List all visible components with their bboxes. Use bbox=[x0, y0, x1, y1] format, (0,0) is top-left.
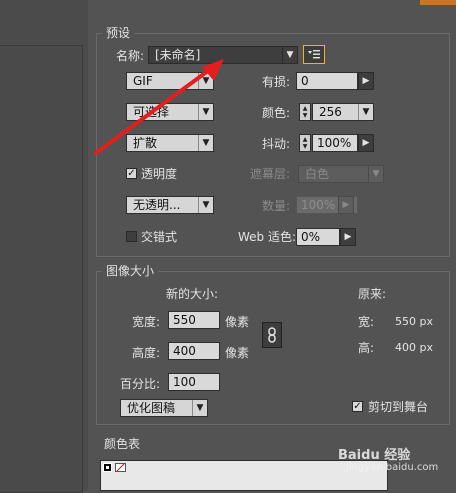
width-unit: 像素 bbox=[225, 315, 250, 329]
chevron-down-icon: ▼ bbox=[368, 166, 383, 182]
watermark-logo: Baidu 经验 bbox=[338, 448, 411, 463]
quality-value: 优化图稿 bbox=[127, 401, 176, 415]
height-input[interactable]: 400 bbox=[168, 342, 220, 360]
dither-input[interactable]: 100% bbox=[312, 134, 358, 152]
original-height-value: 400 px bbox=[395, 341, 433, 354]
web-snap-slider-button[interactable]: ▶ bbox=[340, 228, 356, 246]
dither-stepper[interactable]: ▲ ▼ bbox=[299, 134, 311, 152]
chevron-down-icon: ▼ bbox=[282, 47, 297, 63]
quality-dropdown[interactable]: 优化图稿 ▼ bbox=[120, 399, 208, 417]
web-snap-input[interactable]: 0% bbox=[296, 228, 340, 246]
triangle-right-icon: ▶ bbox=[342, 200, 350, 210]
transparency-dither-dropdown[interactable]: 无透明... ▼ bbox=[126, 196, 214, 214]
clip-to-stage-checkbox[interactable]: ✓ bbox=[352, 401, 363, 412]
original-height-label: 高: bbox=[358, 341, 375, 355]
dither-slider-button[interactable]: ▶ bbox=[358, 134, 374, 152]
color-table[interactable] bbox=[100, 460, 388, 491]
triangle-right-icon: ▶ bbox=[344, 232, 352, 242]
colors-stepper[interactable]: ▲ ▼ bbox=[299, 103, 311, 121]
window-edge-strip bbox=[420, 0, 456, 5]
menu-list-icon bbox=[308, 50, 320, 59]
height-label: 高度: bbox=[132, 346, 161, 360]
web-snap-label: Web 适色: bbox=[238, 230, 297, 244]
color-table-title: 颜色表 bbox=[104, 437, 141, 451]
original-width-value: 550 px bbox=[395, 315, 433, 328]
width-input[interactable]: 550 bbox=[168, 311, 220, 329]
lossy-input[interactable]: 0 bbox=[296, 72, 358, 90]
clip-to-stage-label: 剪切到舞台 bbox=[368, 400, 429, 414]
annotation-arrow bbox=[94, 59, 224, 155]
new-size-label: 新的大小: bbox=[166, 287, 219, 301]
triangle-right-icon: ▶ bbox=[362, 76, 370, 86]
colors-label: 颜色: bbox=[262, 106, 291, 120]
color-swatch-black[interactable] bbox=[103, 463, 112, 472]
watermark-url: jingyan.baidu.com bbox=[346, 462, 439, 473]
chevron-down-icon: ▼ bbox=[358, 104, 373, 120]
transparency-checkbox[interactable]: ✓ bbox=[126, 168, 137, 179]
original-width-label: 宽: bbox=[358, 315, 375, 329]
colors-dropdown[interactable]: 256 ▼ bbox=[312, 103, 374, 121]
swatch-marker-icon bbox=[106, 466, 109, 469]
chain-link-icon bbox=[268, 327, 276, 343]
amount-label: 数量: bbox=[262, 199, 291, 213]
preset-group-title: 预设 bbox=[102, 26, 135, 40]
left-preview-panel bbox=[0, 0, 88, 493]
image-size-group-title: 图像大小 bbox=[102, 264, 159, 278]
percent-label: 百分比: bbox=[120, 377, 161, 391]
lossy-label: 有损: bbox=[262, 75, 291, 89]
height-unit: 像素 bbox=[225, 346, 250, 360]
chevron-down-icon: ▼ bbox=[192, 400, 207, 416]
colors-value: 256 bbox=[319, 105, 342, 119]
interlaced-label: 交错式 bbox=[141, 230, 178, 244]
width-label: 宽度: bbox=[132, 315, 161, 329]
transparency-label: 透明度 bbox=[141, 167, 178, 181]
triangle-right-icon: ▶ bbox=[362, 138, 370, 148]
original-size-label: 原来: bbox=[358, 287, 387, 301]
matte-dropdown[interactable]: 白色 ▼ bbox=[298, 165, 384, 183]
constrain-proportions-button[interactable] bbox=[262, 322, 282, 348]
lossy-slider-button[interactable]: ▶ bbox=[358, 72, 374, 90]
dither-label: 抖动: bbox=[262, 137, 291, 151]
chevron-down-icon: ▼ bbox=[198, 197, 213, 213]
transparency-dither-value: 无透明... bbox=[133, 198, 181, 212]
amount-slider-button[interactable]: ▶ bbox=[338, 196, 354, 214]
color-swatch-transparent[interactable] bbox=[115, 463, 126, 472]
matte-value: 白色 bbox=[305, 167, 330, 181]
preset-options-button[interactable] bbox=[303, 45, 325, 64]
preview-area bbox=[0, 45, 83, 493]
interlaced-checkbox[interactable] bbox=[126, 231, 137, 242]
percent-input[interactable]: 100 bbox=[168, 373, 220, 391]
matte-label: 遮幕层: bbox=[250, 167, 291, 181]
